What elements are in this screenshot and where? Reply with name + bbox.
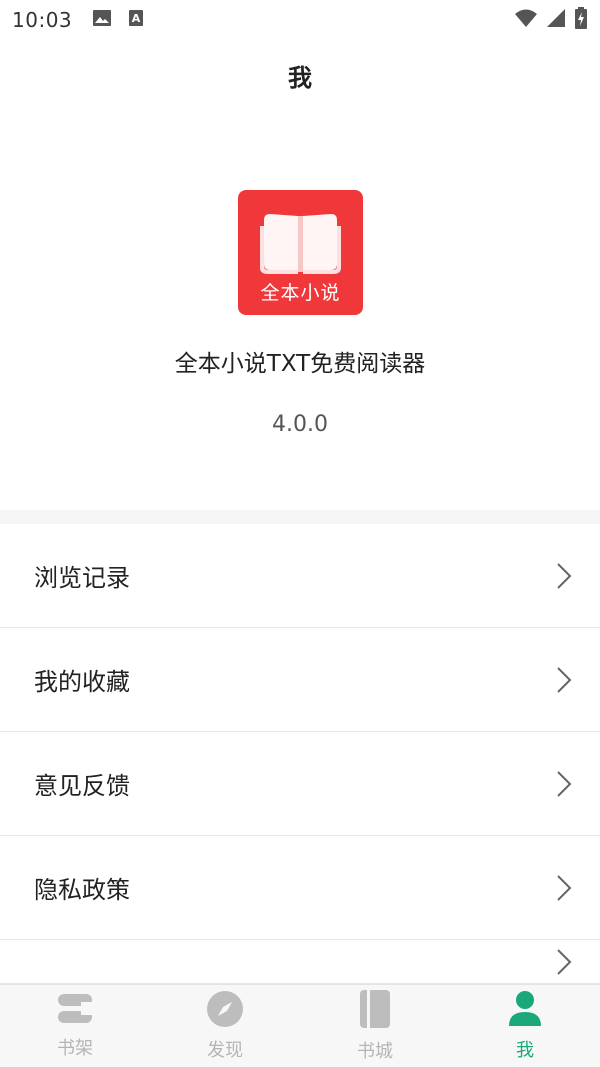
- nav-label: 发现: [207, 1040, 243, 1061]
- keyboard-a-icon: A: [128, 9, 144, 31]
- section-divider: [0, 510, 600, 524]
- menu-item-favorites[interactable]: 我的收藏: [0, 628, 600, 732]
- app-version: 4.0.0: [272, 412, 328, 437]
- tab-discover[interactable]: 发现: [150, 985, 300, 1067]
- menu-item-history[interactable]: 浏览记录: [0, 524, 600, 628]
- open-book-icon: [260, 214, 341, 274]
- menu-item-label: 我的收藏: [34, 668, 130, 696]
- nav-label: 书城: [357, 1041, 393, 1062]
- menu-item-feedback[interactable]: 意见反馈: [0, 732, 600, 836]
- chevron-right-icon: [556, 770, 572, 798]
- nav-label: 书架: [57, 1038, 93, 1059]
- image-icon: [92, 9, 112, 31]
- menu-item-privacy[interactable]: 隐私政策: [0, 836, 600, 940]
- chevron-right-icon: [556, 666, 572, 694]
- logo-text: 全本小说: [260, 282, 341, 304]
- menu-item-label: 浏览记录: [34, 564, 130, 592]
- bottom-nav: 书架 发现 书城 我: [0, 984, 600, 1067]
- app-name: 全本小说TXT免费阅读器: [174, 351, 426, 377]
- chevron-right-icon: [556, 562, 572, 590]
- bookshelf-icon: [55, 992, 95, 1030]
- nav-label: 我: [516, 1040, 534, 1061]
- wifi-icon: [514, 8, 538, 32]
- page-title: 我: [288, 63, 312, 92]
- menu-list: 浏览记录 我的收藏 意见反馈 隐私政策: [0, 524, 600, 940]
- menu-item-label: 意见反馈: [34, 772, 130, 800]
- status-bar: 10:03 A: [0, 0, 600, 40]
- book-icon: [358, 989, 392, 1033]
- app-logo: 全本小说: [238, 190, 363, 315]
- tab-bookstore[interactable]: 书城: [300, 985, 450, 1067]
- chevron-right-icon: [556, 948, 572, 976]
- tab-bookshelf[interactable]: 书架: [0, 985, 150, 1067]
- status-time: 10:03: [12, 8, 73, 32]
- person-icon: [507, 990, 543, 1032]
- tab-me[interactable]: 我: [450, 985, 600, 1067]
- title-bar: 我: [0, 40, 600, 110]
- menu-item-label: 隐私政策: [34, 876, 130, 904]
- chevron-right-icon: [556, 874, 572, 902]
- battery-charging-icon: [574, 7, 588, 33]
- svg-text:A: A: [132, 12, 141, 25]
- signal-icon: [546, 8, 566, 32]
- menu-item-more[interactable]: [0, 940, 600, 984]
- compass-icon: [206, 990, 244, 1032]
